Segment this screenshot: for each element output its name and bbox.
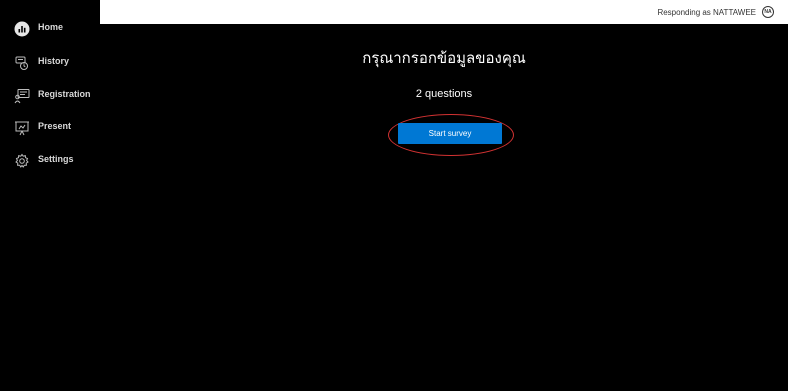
survey-title: กรุณากรอกข้อมูลของคุณ: [362, 49, 526, 67]
sidebar: Home History Registration Present Settin…: [0, 0, 100, 391]
avatar[interactable]: NA: [762, 6, 774, 18]
sidebar-item-present[interactable]: Present: [0, 116, 100, 140]
sidebar-item-home[interactable]: Home: [0, 17, 100, 41]
sidebar-item-label: History: [38, 56, 70, 66]
sidebar-item-label: Present: [38, 121, 72, 131]
sidebar-item-settings[interactable]: Settings: [0, 149, 100, 173]
top-bar: Responding as NATTAWEE NA: [100, 0, 788, 24]
sidebar-item-registration[interactable]: Registration: [0, 84, 100, 108]
registration-icon: [14, 88, 30, 104]
sidebar-item-label: Home: [38, 22, 64, 32]
start-survey-button[interactable]: Start survey: [398, 123, 502, 144]
sidebar-item-label: Registration: [38, 89, 91, 99]
settings-icon: [14, 153, 30, 169]
present-icon: [14, 120, 30, 136]
question-count: 2 questions: [415, 88, 473, 100]
history-icon: [14, 55, 30, 71]
responding-as-label: Responding as NATTAWEE: [657, 8, 756, 17]
home-icon: [14, 21, 30, 37]
sidebar-item-label: Settings: [38, 154, 74, 164]
sidebar-item-history[interactable]: History: [0, 51, 100, 75]
survey-panel: กรุณากรอกข้อมูลของคุณ 2 questions Start …: [100, 24, 788, 391]
